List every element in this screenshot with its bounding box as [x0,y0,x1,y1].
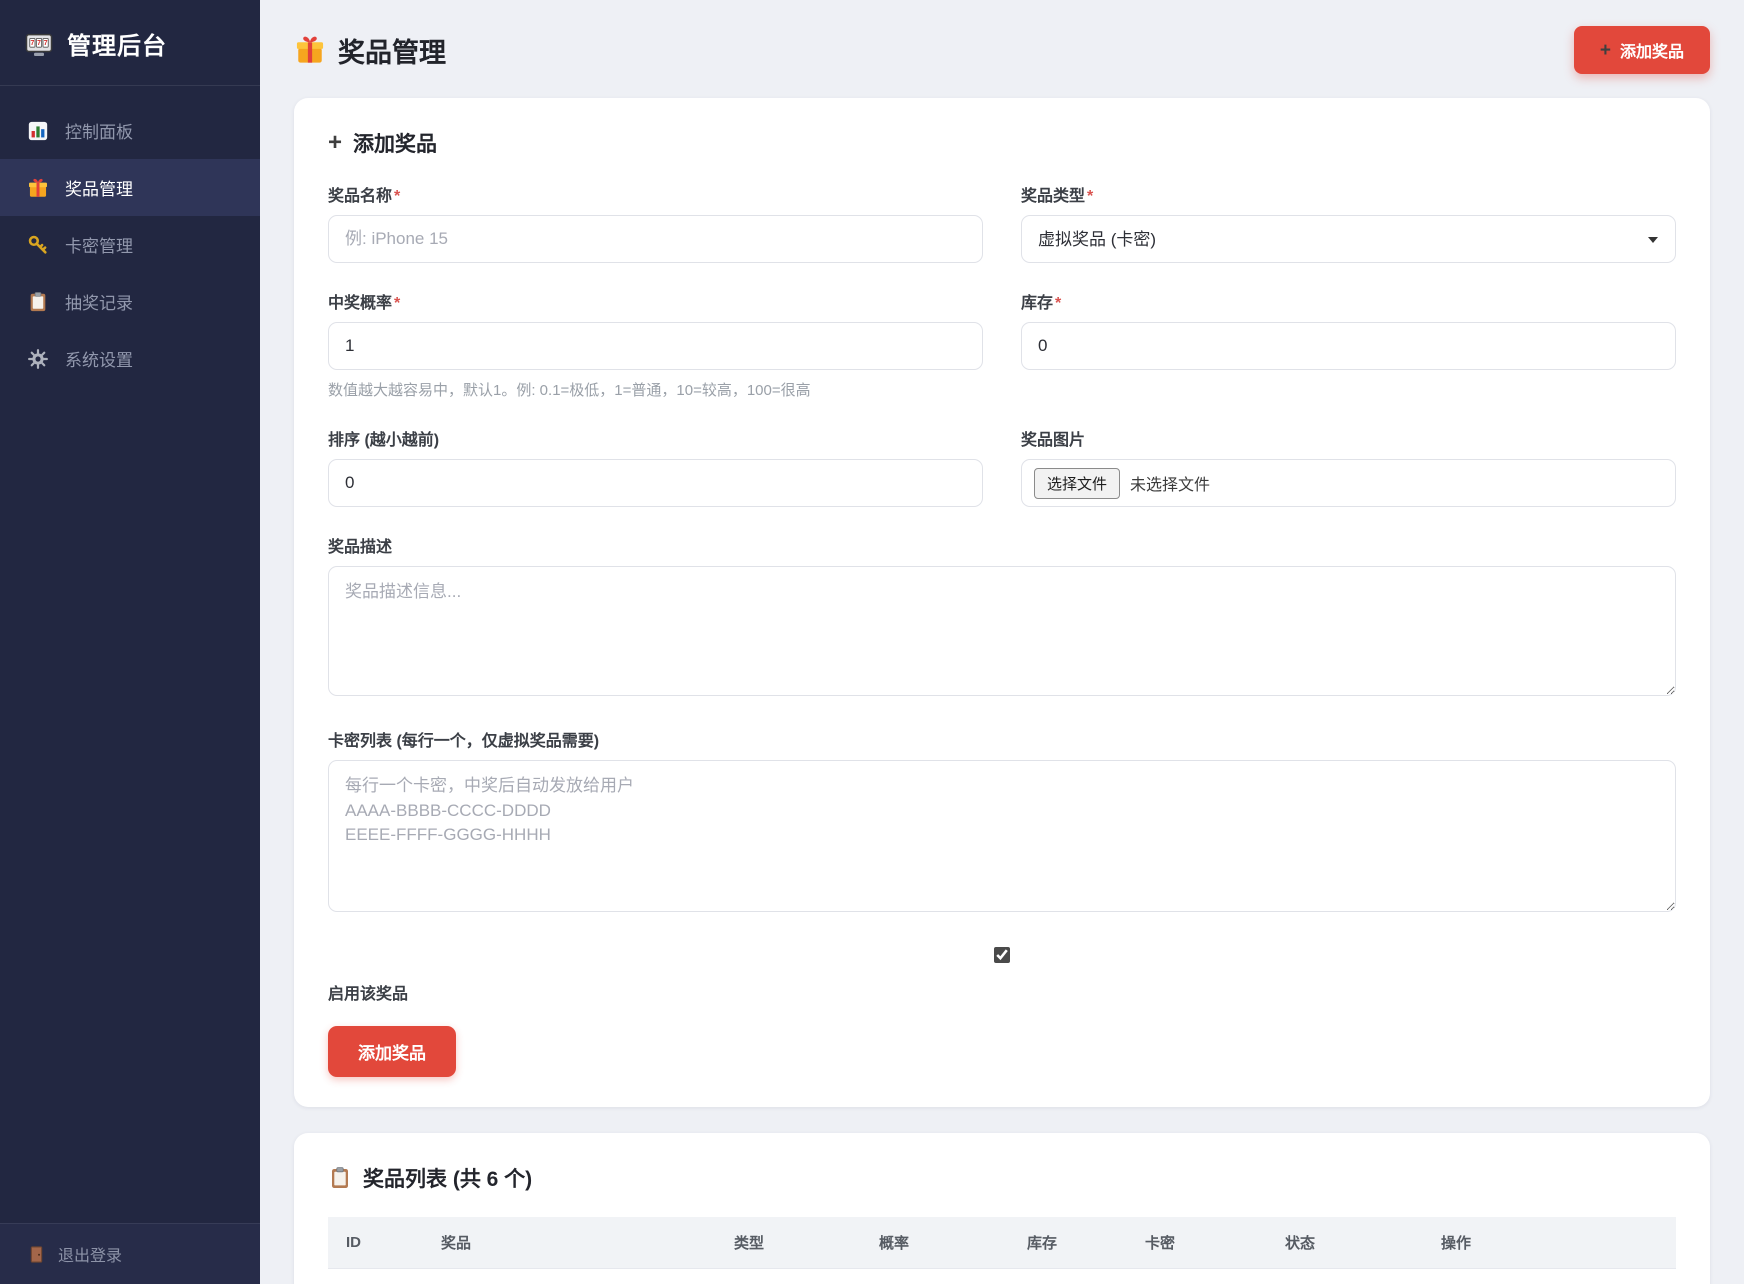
cell-name: iPhone 17 ProMax [423,1269,716,1284]
field-prize-name: 奖品名称* [328,182,983,263]
gear-icon [27,348,49,370]
sidebar-menu: 控制面板奖品管理卡密管理抽奖记录系统设置 [0,102,260,387]
prize-list-card: 奖品列表 (共 6 个) ID奖品类型概率库存卡密状态操作 1iPhone 17… [294,1133,1710,1284]
cell-id: 1 [328,1269,423,1284]
table-header-row: ID奖品类型概率库存卡密状态操作 [328,1217,1676,1269]
sidebar-item-抽奖记录[interactable]: 抽奖记录 [0,273,260,330]
clipboard-icon [27,291,49,313]
bar-chart-icon [27,120,49,142]
page-title: 奖品管理 [294,31,446,70]
description-textarea[interactable] [328,566,1676,696]
keys-label: 卡密列表 (每行一个，仅虚拟奖品需要) [328,733,599,750]
probability-input[interactable] [328,322,983,370]
field-prize-type: 奖品类型* 虚拟奖品 (卡密) [1021,182,1676,263]
no-file-text: 未选择文件 [1130,471,1210,495]
sidebar-item-系统设置[interactable]: 系统设置 [0,330,260,387]
field-probability: 中奖概率* 数值越大越容易中，默认1。例: 0.1=极低，1=普通，10=较高，… [328,289,983,400]
main-content: 奖品管理 + 添加奖品 + 添加奖品 奖品名称* 奖品类型* [260,0,1744,1284]
logout-label: 退出登录 [58,1242,122,1266]
main-header: 奖品管理 + 添加奖品 [294,26,1710,74]
column-header: 状态 [1267,1217,1423,1269]
sidebar-item-label: 奖品管理 [65,175,133,200]
slot-machine-icon: 777 [24,29,54,59]
prize-type-select[interactable]: 虚拟奖品 (卡密) [1021,215,1676,263]
choose-file-button[interactable]: 选择文件 [1034,468,1120,499]
prize-table: ID奖品类型概率库存卡密状态操作 1iPhone 17 ProMax实物1.00… [328,1217,1676,1284]
sidebar: 777 管理后台 控制面板奖品管理卡密管理抽奖记录系统设置 退出登录 [0,0,260,1284]
svg-text:7: 7 [30,40,34,47]
sidebar-header: 777 管理后台 [0,0,260,86]
description-label: 奖品描述 [328,539,392,556]
image-label: 奖品图片 [1021,432,1085,449]
list-title: 奖品列表 (共 6 个) [328,1163,1676,1193]
field-description: 奖品描述 [328,533,1676,701]
prize-name-label: 奖品名称 [328,188,392,205]
sidebar-item-奖品管理[interactable]: 奖品管理 [0,159,260,216]
probability-label: 中奖概率 [328,295,392,312]
form-title: + 添加奖品 [328,128,1676,158]
key-icon [27,234,49,256]
column-header: 奖品 [423,1217,716,1269]
plus-icon: + [1600,41,1611,60]
add-prize-header-button[interactable]: + 添加奖品 [1574,26,1710,74]
prize-name-input[interactable] [328,215,983,263]
logout-button[interactable]: 退出登录 [0,1223,260,1284]
svg-text:7: 7 [37,40,41,47]
required-mark: * [394,295,400,312]
sidebar-item-label: 卡密管理 [65,232,133,257]
image-file-input[interactable]: 选择文件 未选择文件 [1021,459,1676,507]
column-header: 类型 [716,1217,861,1269]
submit-add-prize-button[interactable]: 添加奖品 [328,1026,456,1077]
gift-icon [27,177,49,199]
sort-input[interactable] [328,459,983,507]
enable-checkbox[interactable] [994,947,1010,963]
plus-icon: + [328,131,342,155]
sidebar-item-label: 系统设置 [65,346,133,371]
gift-icon [294,34,326,66]
prize-type-select-wrap: 虚拟奖品 (卡密) [1021,215,1676,263]
column-header: ID [328,1217,423,1269]
prize-type-label: 奖品类型 [1021,188,1085,205]
stock-label: 库存 [1021,295,1053,312]
field-keys: 卡密列表 (每行一个，仅虚拟奖品需要) [328,727,1676,917]
keys-textarea[interactable] [328,760,1676,912]
field-sort: 排序 (越小越前) [328,426,983,507]
required-mark: * [1087,188,1093,205]
column-header: 概率 [861,1217,1009,1269]
required-mark: * [1055,295,1061,312]
column-header: 库存 [1009,1217,1127,1269]
sidebar-item-卡密管理[interactable]: 卡密管理 [0,216,260,273]
table-row: 1iPhone 17 ProMax实物1.00009-启用编辑删除 [328,1269,1676,1284]
column-header: 卡密 [1127,1217,1267,1269]
clipboard-icon [328,1166,352,1190]
cell-probability: 1.0000 [861,1269,1009,1284]
sidebar-item-控制面板[interactable]: 控制面板 [0,102,260,159]
column-header: 操作 [1423,1217,1676,1269]
sidebar-item-label: 抽奖记录 [65,289,133,314]
required-mark: * [394,188,400,205]
field-image: 奖品图片 选择文件 未选择文件 [1021,426,1676,507]
door-icon [27,1245,46,1264]
sort-label: 排序 (越小越前) [328,432,439,449]
probability-hint: 数值越大越容易中，默认1。例: 0.1=极低，1=普通，10=较高，100=很高 [328,379,983,400]
add-prize-card: + 添加奖品 奖品名称* 奖品类型* 虚拟奖品 (卡密) [294,98,1710,1107]
sidebar-item-label: 控制面板 [65,118,133,143]
field-enable: 启用该奖品 添加奖品 [328,943,1676,1077]
svg-text:7: 7 [44,40,48,47]
prize-table-body: 1iPhone 17 ProMax实物1.00009-启用编辑删除2美的电饭锅虚… [328,1269,1676,1284]
stock-input[interactable] [1021,322,1676,370]
enable-label: 启用该奖品 [328,980,1676,1004]
sidebar-title: 管理后台 [67,26,167,61]
field-stock: 库存* [1021,289,1676,400]
cell-stock: 9 [1009,1269,1127,1284]
